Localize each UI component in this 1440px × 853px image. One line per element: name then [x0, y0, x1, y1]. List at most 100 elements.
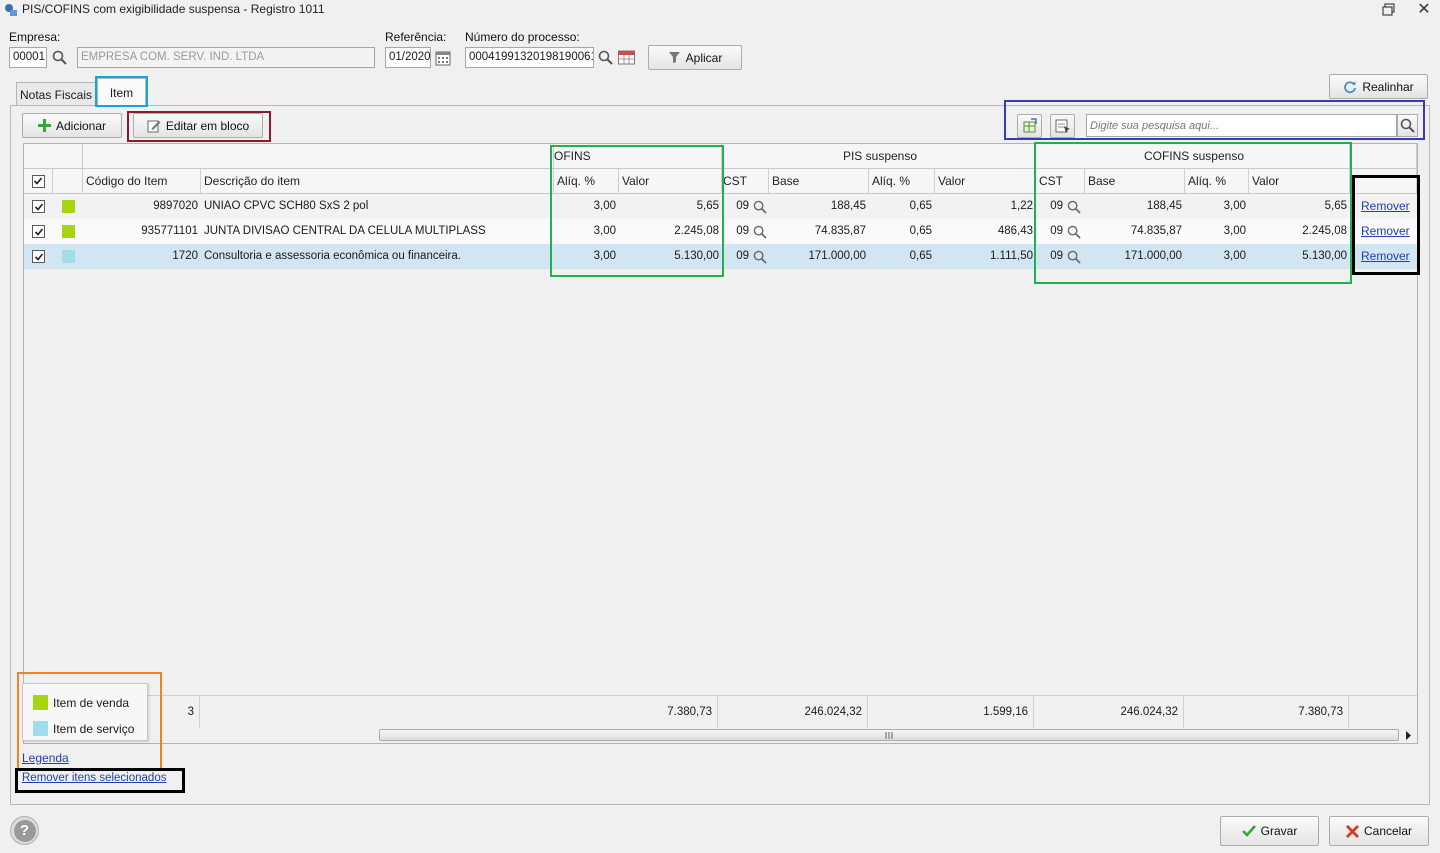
scroll-right-icon[interactable] — [1405, 731, 1412, 740]
row-type-color — [53, 244, 83, 269]
cancel-icon — [1345, 824, 1359, 838]
cofins-cst-search-icon[interactable] — [1067, 219, 1083, 244]
col-header-cofins-susp-aliq[interactable]: Alíq. % — [1185, 169, 1249, 194]
cell-descricao: UNIAO CPVC SCH80 SxS 2 pol — [204, 200, 369, 212]
total-pis-valor: 1.599,16 — [868, 696, 1034, 728]
group-header-item — [83, 144, 554, 169]
processo-search-icon[interactable] — [595, 47, 615, 68]
select-all-checkbox[interactable] — [24, 169, 53, 194]
group-header-blank — [24, 144, 83, 169]
table-row[interactable]: 9897020 UNIAO CPVC SCH80 SxS 2 pol 3,00 5,6… — [24, 194, 1417, 219]
cell-cofins-valor: 5,65 — [696, 200, 719, 212]
scrollbar-thumb[interactable] — [379, 729, 1399, 741]
col-header-pis-aliq[interactable]: Alíq. % — [869, 169, 935, 194]
app-icon — [5, 4, 17, 16]
group-header-pis-suspenso: PIS suspenso — [722, 144, 1036, 169]
check-icon — [1241, 825, 1256, 837]
cancelar-button[interactable]: Cancelar — [1329, 816, 1429, 846]
cell-cofins-susp-base: 188,45 — [1146, 200, 1182, 212]
pis-cst-search-icon[interactable] — [753, 219, 769, 244]
remover-link[interactable]: Remover — [1358, 219, 1414, 244]
scroll-grip-icon — [885, 732, 893, 739]
cell-cofins-susp-aliq: 3,00 — [1223, 250, 1246, 262]
table-row[interactable]: 935771101 JUNTA DIVISAO CENTRAL DA CELULA… — [24, 219, 1417, 244]
col-header-color — [53, 169, 83, 194]
cell-codigo: 9897020 — [153, 200, 198, 212]
remover-link[interactable]: Remover — [1358, 244, 1414, 269]
empresa-search-icon[interactable] — [49, 47, 69, 68]
col-header-pis-cst[interactable]: CST — [722, 169, 769, 194]
cell-cofins-susp-cst: 09 — [1050, 225, 1063, 237]
search-button-icon[interactable] — [1397, 114, 1418, 137]
total-cofins-valor: 7.380,73 — [200, 696, 718, 728]
gravar-button[interactable]: Gravar — [1220, 816, 1319, 846]
pis-cst-search-icon[interactable] — [753, 194, 769, 219]
adicionar-label: Adicionar — [55, 118, 107, 133]
cell-pis-valor: 486,43 — [997, 225, 1033, 237]
col-header-action — [1350, 169, 1417, 194]
referencia-field[interactable]: 01/2020 — [385, 47, 431, 68]
col-header-cofins-valor[interactable]: Valor — [619, 169, 722, 194]
calendar-icon[interactable] — [433, 47, 453, 68]
cell-cofins-aliq: 3,00 — [593, 200, 616, 212]
search-input[interactable] — [1086, 114, 1397, 137]
gravar-label: Gravar — [1260, 824, 1298, 838]
editar-em-bloco-label: Editar em bloco — [165, 118, 250, 133]
realinhar-label: Realinhar — [1362, 79, 1414, 94]
row-checkbox[interactable] — [24, 194, 53, 219]
editar-em-bloco-button[interactable]: Editar em bloco — [133, 113, 263, 138]
servico-color-swatch — [33, 721, 48, 736]
total-cofins-susp-base: 246.024,32 — [1034, 696, 1184, 728]
cell-pis-cst: 09 — [736, 250, 749, 262]
cofins-cst-search-icon[interactable] — [1067, 194, 1083, 219]
cofins-cst-search-icon[interactable] — [1067, 244, 1083, 269]
legend-item-venda: Item de venda — [33, 695, 129, 710]
cell-cofins-valor: 2.245,08 — [674, 225, 719, 237]
aplicar-label: Aplicar — [685, 50, 723, 65]
processo-table-icon[interactable] — [616, 47, 636, 68]
close-window-button[interactable]: ✕ — [1414, 0, 1434, 20]
col-header-pis-valor[interactable]: Valor — [935, 169, 1036, 194]
col-header-cofins-susp-cst[interactable]: CST — [1036, 169, 1085, 194]
legend-item-servico: Item de serviço — [33, 721, 134, 736]
cell-cofins-susp-aliq: 3,00 — [1223, 225, 1246, 237]
total-cofins-susp-valor: 7.380,73 — [1184, 696, 1349, 728]
col-header-cofins-aliq[interactable]: Alíq. % — [554, 169, 619, 194]
help-icon[interactable]: ? — [10, 816, 39, 845]
tab-notas-fiscais[interactable]: Notas Fiscais — [16, 82, 96, 106]
realinhar-button[interactable]: Realinhar — [1329, 74, 1428, 99]
adicionar-button[interactable]: Adicionar — [22, 113, 122, 138]
col-header-cofins-susp-valor[interactable]: Valor — [1249, 169, 1350, 194]
row-checkbox[interactable] — [24, 219, 53, 244]
cell-cofins-susp-valor: 5,65 — [1324, 200, 1347, 212]
remover-selecionados-link[interactable]: Remover itens selecionados — [22, 772, 166, 784]
window-title: PIS/COFINS com exigibilidade suspensa - … — [22, 2, 325, 16]
remover-link[interactable]: Remover — [1358, 194, 1414, 219]
horizontal-scrollbar[interactable] — [379, 728, 1417, 743]
pis-cst-search-icon[interactable] — [753, 244, 769, 269]
items-grid: OFINS PIS suspenso COFINS suspenso Códig… — [23, 143, 1418, 744]
total-pis-base: 246.024,32 — [718, 696, 868, 728]
filter-icon — [668, 52, 680, 63]
row-type-color — [53, 219, 83, 244]
col-header-pis-base[interactable]: Base — [769, 169, 869, 194]
export-grid-icon[interactable] — [1017, 114, 1042, 138]
processo-field[interactable]: 00041991320198190061 — [465, 47, 594, 68]
col-header-descricao[interactable]: Descrição do item — [201, 169, 554, 194]
cell-cofins-susp-cst: 09 — [1050, 200, 1063, 212]
select-columns-icon[interactable] — [1050, 114, 1075, 138]
col-header-codigo[interactable]: Código do Item — [83, 169, 201, 194]
row-checkbox[interactable] — [24, 244, 53, 269]
legenda-link[interactable]: Legenda — [22, 751, 69, 765]
group-header-cofins-suspenso: COFINS suspenso — [1036, 144, 1350, 169]
cell-pis-base: 188,45 — [830, 200, 866, 212]
cancelar-label: Cancelar — [1363, 824, 1413, 838]
col-header-cofins-susp-base[interactable]: Base — [1085, 169, 1185, 194]
cell-descricao: Consultoria e assessoria econômica ou fi… — [204, 250, 461, 262]
table-row[interactable]: 1720 Consultoria e assessoria econômica o… — [24, 244, 1417, 269]
restore-window-icon[interactable] — [1382, 3, 1396, 17]
aplicar-button[interactable]: Aplicar — [648, 45, 742, 70]
cell-pis-base: 171.000,00 — [808, 250, 866, 262]
tab-item[interactable]: Item — [97, 78, 146, 106]
empresa-code-field[interactable]: 00001 — [9, 47, 47, 68]
